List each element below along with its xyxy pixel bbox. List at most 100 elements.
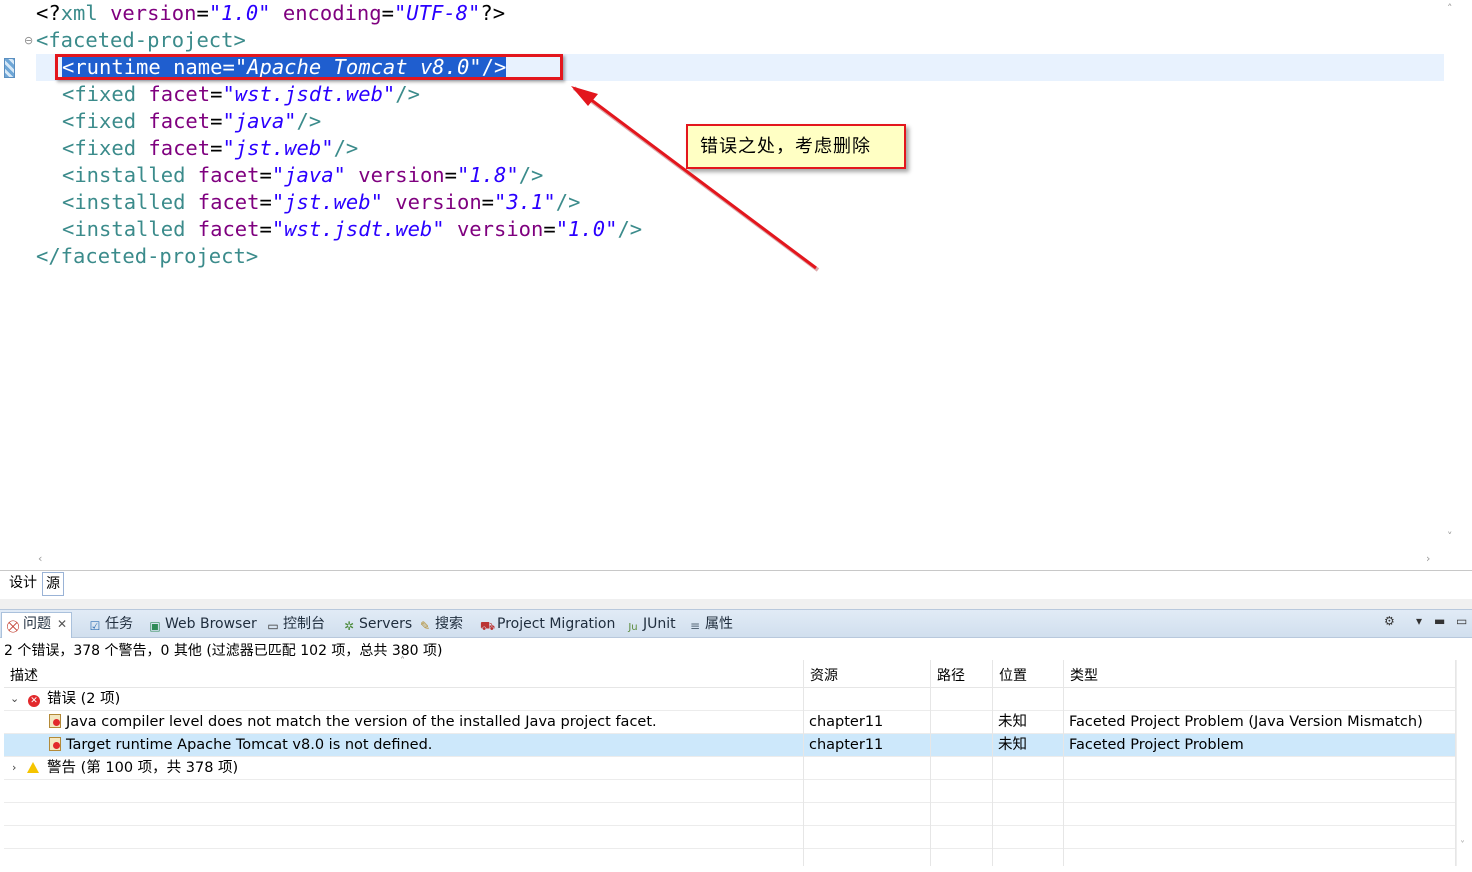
code-line[interactable]: <faceted-project> [36,27,246,54]
fold-collapse-icon[interactable]: ⊖ [24,34,33,47]
table-row[interactable]: Target runtime Apache Tomcat v8.0 is not… [4,734,1456,757]
code-token: <fixed [62,109,137,133]
list-item [4,803,1456,826]
problem-type: Faceted Project Problem [1069,737,1244,753]
code-line[interactable]: <installed facet="java" version="1.8"/> [62,162,543,189]
code-line[interactable]: <?xml version="1.0" encoding="UTF-8"?> [36,0,505,27]
error-icon: ✕ [28,688,40,710]
scroll-right-icon[interactable]: › [1426,552,1430,565]
scroll-up-icon[interactable]: ˄ [1447,2,1453,15]
properties-icon: ≡ [689,619,701,633]
code-token: version [456,217,544,241]
code-area[interactable]: <?xml version="1.0" encoding="UTF-8"?> <f… [36,0,1444,552]
problem-type: Faceted Project Problem (Java Version Mi… [1069,714,1423,730]
tab-junit[interactable]: Ju JUnit [626,613,675,637]
code-token: /> [296,109,322,133]
tab-project-migration[interactable]: ⛟ Project Migration [480,613,615,637]
error-group-label: 错误 (2 项) [47,691,121,707]
code-token: "1.0" [208,1,271,25]
problem-error-icon [48,711,61,733]
warning-group-row[interactable]: › 警告 (第 100 项，共 378 项) [4,757,1456,780]
code-token: /> [518,163,544,187]
tab-problems[interactable]: ⛒ 问题 ✕ [1,612,73,639]
code-token: <installed [62,217,186,241]
code-token: = [259,217,272,241]
code-token: = [481,190,495,214]
tab-tasks[interactable]: ☑ 任务 [88,613,133,637]
bookmark-marker-icon[interactable] [4,58,15,78]
column-header-resource[interactable]: 资源 [810,665,838,685]
tab-design[interactable]: 设计 [6,572,40,596]
sort-ascending-icon: ˄ [400,656,405,667]
code-token: "wst.jsdt.web" [271,217,445,241]
scroll-down-icon[interactable]: ˅ [1460,840,1465,851]
code-token: = [259,163,272,187]
tasks-icon: ☑ [89,619,101,633]
code-token: xml [60,1,98,25]
view-tab-bar: ⛒ 问题 ✕ ☑ 任务 ▣ Web Browser ▭ 控制台 ✲ Servers ✎ 搜索 … [0,609,1472,639]
column-header-type[interactable]: 类型 [1070,665,1098,685]
chevron-right-icon[interactable]: › [12,757,16,779]
editor-horizontal-scrollbar[interactable]: ‹ › [36,552,1444,568]
view-separator [0,599,1472,609]
scroll-left-icon[interactable]: ‹ [38,552,42,565]
tab-source[interactable]: 源 [42,572,64,596]
list-item [4,826,1456,849]
code-token: /> [555,190,581,214]
code-token: > [233,28,246,52]
tab-console[interactable]: ▭ 控制台 [266,613,325,637]
view-menu-icon[interactable]: ▾ [1416,614,1422,628]
tab-label: 属性 [705,616,733,632]
code-line[interactable]: <installed facet="jst.web" version="3.1"… [62,189,580,216]
maximize-icon[interactable]: ▭ [1456,614,1467,628]
code-line[interactable]: <fixed facet="wst.jsdt.web"/> [62,81,420,108]
filter-icon[interactable]: ⚙ [1384,614,1395,628]
list-item [4,780,1456,803]
chevron-down-icon[interactable]: ⌄ [10,688,19,710]
close-icon[interactable]: ✕ [57,617,67,631]
tab-servers[interactable]: ✲ Servers [342,613,412,637]
code-token: <installed [62,163,186,187]
problem-location: 未知 [998,714,1027,730]
tab-properties[interactable]: ≡ 属性 [688,613,733,637]
column-divider[interactable] [803,660,804,866]
column-divider[interactable] [1063,660,1064,866]
code-text: <?xml version="1.0" encoding="UTF-8"?> [36,1,505,25]
code-token: facet [197,217,260,241]
code-token: "jst.web" [271,190,383,214]
code-line[interactable]: </faceted-project> [36,243,258,270]
minimize-icon[interactable]: ▬ [1434,614,1445,628]
tab-label: Web Browser [165,616,257,632]
tab-label: Project Migration [497,616,616,632]
column-header-path[interactable]: 路径 [937,665,965,685]
column-header-location[interactable]: 位置 [999,665,1027,685]
code-text: <fixed facet="java"/> [62,109,321,133]
code-line[interactable]: <installed facet="wst.jsdt.web" version=… [62,216,642,243]
code-token: /> [333,136,359,160]
tab-web-browser[interactable]: ▣ Web Browser [148,613,257,637]
table-row[interactable]: Java compiler level does not match the v… [4,711,1456,734]
scroll-down-icon[interactable]: ˅ [1447,530,1453,543]
error-group-row[interactable]: ⌄ ✕ 错误 (2 项) [4,688,1456,711]
xml-editor[interactable]: ⊖ <?xml version="1.0" encoding="UTF-8"?>… [0,0,1472,572]
column-header-description[interactable]: 描述 [10,665,38,685]
editor-gutter [0,0,18,570]
code-token: "java" [222,109,297,133]
code-line[interactable]: <fixed facet="java"/> [62,108,321,135]
code-token: <? [36,1,61,25]
column-divider[interactable] [992,660,993,866]
code-token: <installed [62,190,186,214]
problems-table[interactable]: 描述 ˄ 资源 路径 位置 类型 ⌄ ✕ 错误 (2 项) Java compi… [4,656,1456,866]
tab-label: 搜索 [435,616,463,632]
tab-search[interactable]: ✎ 搜索 [418,613,463,637]
editor-vertical-scrollbar[interactable]: ˄ ˅ [1444,0,1462,552]
problems-view: 2 个错误，378 个警告，0 其他 (过滤器已匹配 102 项，总共 380 … [0,638,1472,872]
column-divider[interactable] [930,660,931,866]
problems-vertical-scrollbar[interactable]: ˅ [1456,660,1472,866]
code-line[interactable]: <fixed facet="jst.web"/> [62,135,358,162]
